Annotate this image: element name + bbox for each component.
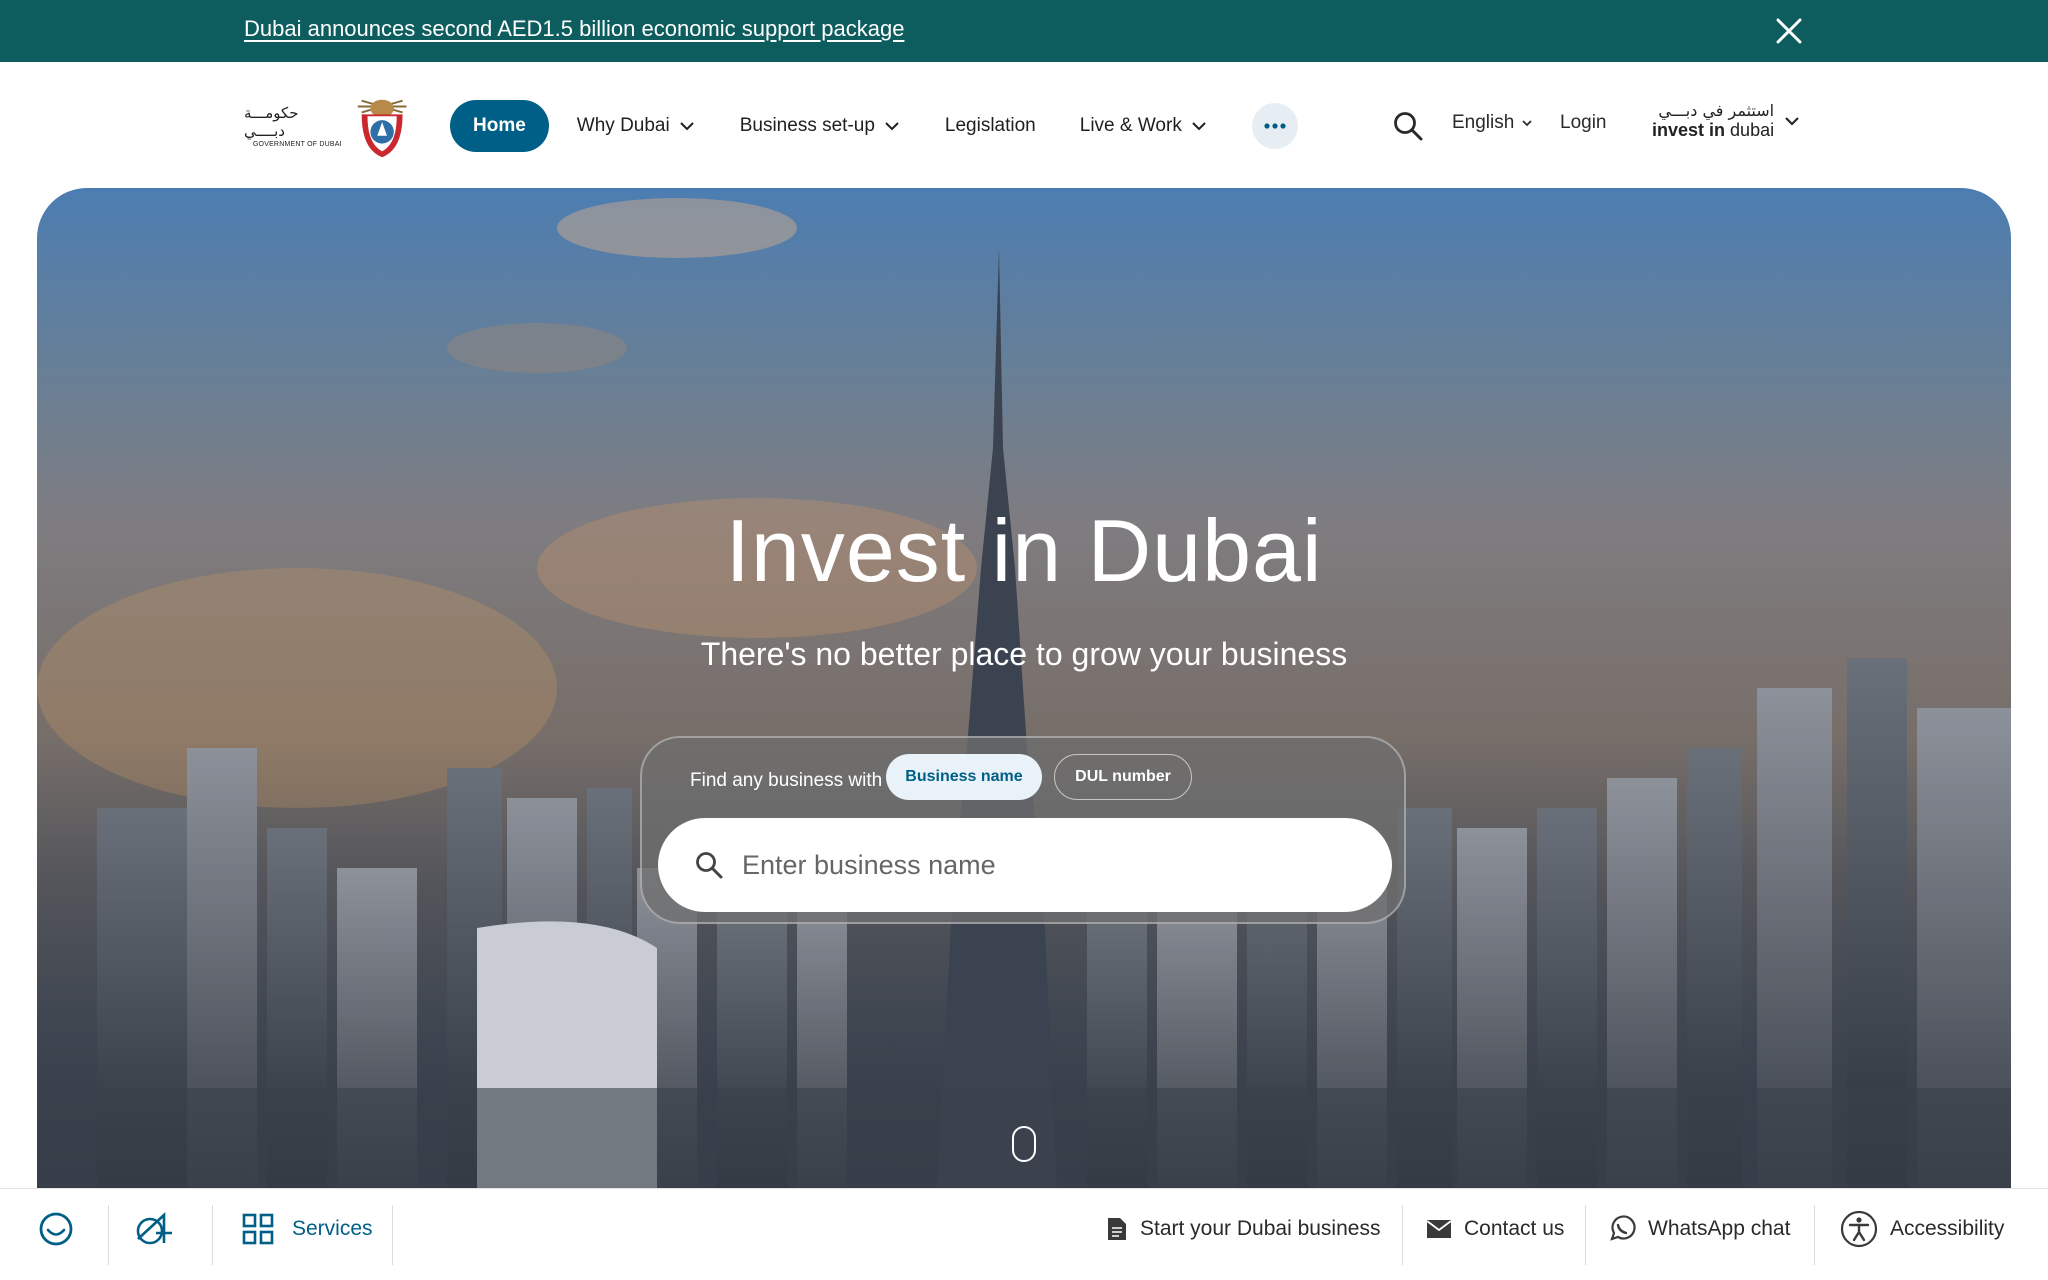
hero-title: Invest in Dubai [725,501,1323,600]
invest-in-dubai-brand[interactable]: استثمر في دبـــي invest in dubai [1652,102,1802,140]
separator [108,1205,109,1265]
find-business-label: Find any business with [690,770,883,791]
more-menu-button[interactable] [1251,103,1298,149]
separator [1585,1205,1586,1265]
chevron-down-icon [1522,120,1532,127]
separator [1402,1205,1403,1265]
logo-arabic: حكومـــة دبــــي [244,104,299,140]
scroll-indicator[interactable] [1012,1126,1036,1162]
tab-dul-number[interactable]: DUL number [1054,754,1192,800]
whatsapp-chat-label: WhatsApp chat [1648,1217,1791,1240]
close-icon[interactable] [1774,16,1804,46]
nav-business-setup[interactable]: Business set-up [740,115,901,137]
grid-icon [242,1213,274,1245]
business-search-field[interactable] [658,818,1392,912]
brand-english-bold: invest in [1652,120,1726,140]
brand-arabic: استثمر في دبـــي [1658,101,1775,120]
bottom-bar: Services Start your Dubai business Conta… [0,1188,2048,1280]
site-header: حكومـــة دبــــي GOVERNMENT OF DUBAI Hom… [0,62,2048,188]
more-icon [1264,123,1286,129]
separator [1814,1205,1815,1265]
brand-english: invest in dubai [1652,120,1774,140]
government-logo[interactable]: حكومـــة دبــــي GOVERNMENT OF DUBAI [244,90,416,164]
business-search-card: Find any business with Business name DUL… [640,736,1406,924]
brand-english-light: dubai [1730,120,1775,140]
business-search-input[interactable] [742,849,1342,881]
chevron-down-icon [1192,122,1206,131]
tab-business-name[interactable]: Business name [886,754,1042,800]
nav-live-work[interactable]: Live & Work [1080,115,1208,137]
logo-english: GOVERNMENT OF DUBAI [252,141,342,148]
whatsapp-icon [1610,1215,1636,1241]
login-link[interactable]: Login [1560,112,1607,134]
emblem-icon [357,99,407,158]
brand-text: استثمر في دبـــي invest in dubai [1652,101,1775,141]
chevron-down-icon [885,122,899,131]
accessibility-label: Accessibility [1890,1217,2005,1240]
announcement-bar: Dubai announces second AED1.5 billion ec… [0,0,2048,62]
chevron-down-icon [680,122,694,131]
nav-business-setup-label: Business set-up [739,115,875,136]
hero-subtitle: There's no better place to grow your bus… [700,636,1348,672]
separator [212,1205,213,1265]
logo-text: حكومـــة دبــــي GOVERNMENT OF DUBAI [244,104,342,150]
city-skyline-image [37,188,2011,1188]
separator [392,1205,393,1265]
nav-home[interactable]: Home [450,100,549,152]
announcement-link[interactable]: Dubai announces second AED1.5 billion ec… [244,16,904,42]
accessibility-icon [1840,1210,1878,1248]
language-selector[interactable]: English [1452,112,1534,134]
dubai-app-button[interactable] [134,1189,174,1269]
nav-why-dubai-label: Why Dubai [576,115,670,136]
main-nav: Home Why Dubai Business set-up Legislati… [450,100,1298,152]
contact-us-button[interactable]: Contact us [1426,1189,1564,1269]
app-logo-icon [136,1212,172,1245]
chevron-down-icon [1785,117,1799,126]
accessibility-button[interactable]: Accessibility [1840,1189,2004,1269]
whatsapp-chat-button[interactable]: WhatsApp chat [1608,1189,1790,1269]
feedback-button[interactable] [38,1189,74,1269]
nav-why-dubai[interactable]: Why Dubai [577,115,696,137]
mail-icon [1426,1220,1452,1238]
document-icon [1108,1218,1126,1240]
hero-section: Invest in Dubai There's no better place … [37,188,2011,1188]
nav-legislation[interactable]: Legislation [945,115,1036,137]
contact-us-label: Contact us [1464,1217,1565,1240]
services-button[interactable]: Services [242,1189,373,1269]
services-label: Services [292,1217,373,1240]
smiley-icon [39,1212,73,1246]
start-business-label: Start your Dubai business [1140,1217,1381,1240]
search-icon[interactable] [1392,110,1424,142]
search-icon [696,852,723,879]
start-business-button[interactable]: Start your Dubai business [1106,1189,1380,1269]
nav-live-work-label: Live & Work [1079,115,1182,136]
language-label: English [1452,112,1515,133]
